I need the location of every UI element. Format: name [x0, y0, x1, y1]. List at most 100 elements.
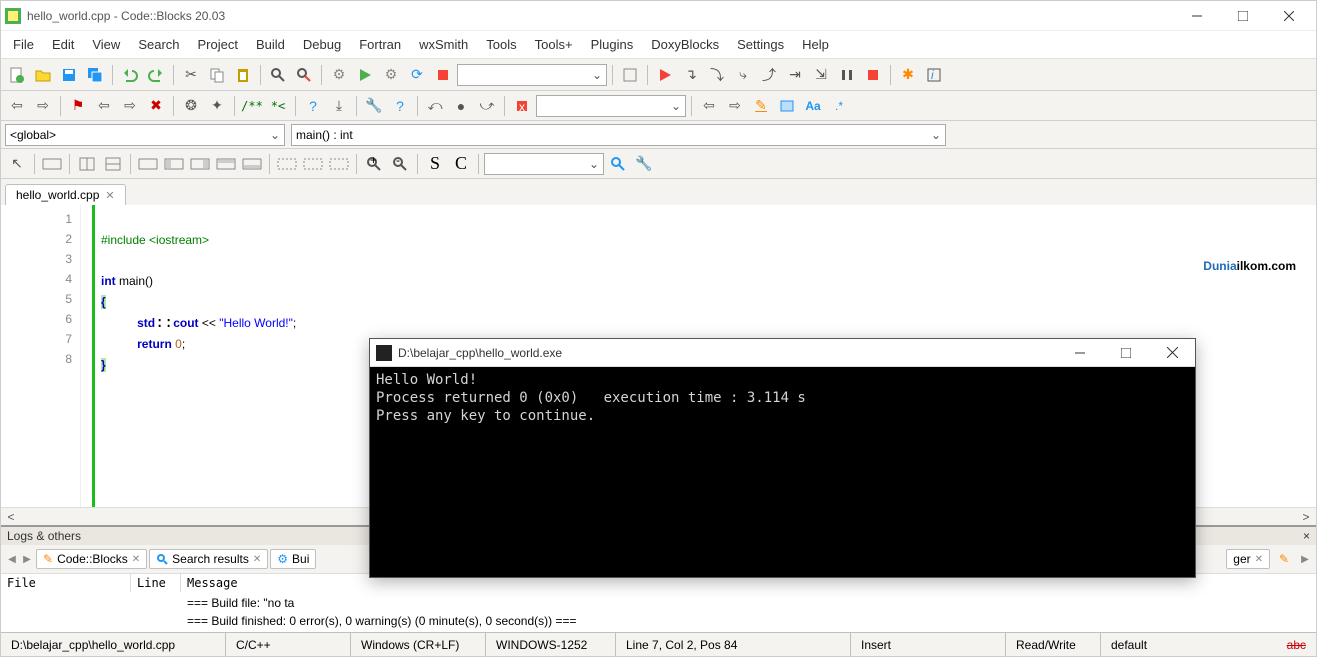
- menu-settings[interactable]: Settings: [729, 33, 792, 56]
- save-icon[interactable]: [57, 63, 81, 87]
- jump-fwd-icon[interactable]: ⤻: [475, 94, 499, 118]
- menu-plugins[interactable]: Plugins: [583, 33, 642, 56]
- redo-icon[interactable]: [144, 63, 168, 87]
- menu-wxsmith[interactable]: wxSmith: [411, 33, 476, 56]
- close-button[interactable]: [1266, 1, 1312, 31]
- zoom-out-icon[interactable]: -: [388, 152, 412, 176]
- tab-close-icon[interactable]: ✕: [105, 189, 114, 202]
- wrench-icon[interactable]: 🔧: [362, 94, 386, 118]
- log-tab-codeblocks[interactable]: ✎Code::Blocks✕: [36, 549, 147, 569]
- console-maximize-button[interactable]: [1103, 339, 1149, 367]
- tab-close-icon[interactable]: ✕: [253, 554, 261, 565]
- menu-project[interactable]: Project: [190, 33, 246, 56]
- doxy-help-icon[interactable]: ?: [301, 94, 325, 118]
- run-to-cursor-icon[interactable]: ↴: [679, 63, 703, 87]
- console-minimize-button[interactable]: [1057, 339, 1103, 367]
- bookmark-next-icon[interactable]: ⇨: [118, 94, 142, 118]
- comment2-icon[interactable]: *<: [266, 94, 290, 118]
- menu-search[interactable]: Search: [130, 33, 187, 56]
- debug-windows-icon[interactable]: ✱: [896, 63, 920, 87]
- tab-close-icon[interactable]: ✕: [1255, 554, 1263, 565]
- console-body[interactable]: Hello World! Process returned 0 (0x0) ex…: [370, 367, 1195, 577]
- target-icon[interactable]: [618, 63, 642, 87]
- abort-icon[interactable]: [431, 63, 455, 87]
- function-combo[interactable]: main() : int: [291, 124, 946, 146]
- dotted1-icon[interactable]: [275, 152, 299, 176]
- bookmark-icon[interactable]: ⚑: [66, 94, 90, 118]
- layout5-icon[interactable]: [240, 152, 264, 176]
- step-into-icon[interactable]: ⤷: [731, 63, 755, 87]
- jump-back-icon[interactable]: ⤺: [423, 94, 447, 118]
- symbol-combo[interactable]: [484, 153, 604, 175]
- layout1-icon[interactable]: [136, 152, 160, 176]
- cursor-icon[interactable]: ↖: [5, 152, 29, 176]
- stop-debug-icon[interactable]: [861, 63, 885, 87]
- log-tab-ger[interactable]: ger✕: [1226, 549, 1270, 569]
- doxy2-icon[interactable]: ✦: [205, 94, 229, 118]
- source-s-icon[interactable]: S: [423, 152, 447, 176]
- record-icon[interactable]: ●: [449, 94, 473, 118]
- regex-icon[interactable]: .*: [827, 94, 851, 118]
- settings-symbol-icon[interactable]: 🔧: [632, 152, 656, 176]
- open-file-icon[interactable]: [31, 63, 55, 87]
- info-icon[interactable]: i: [922, 63, 946, 87]
- minimize-button[interactable]: [1174, 1, 1220, 31]
- copy-icon[interactable]: [205, 63, 229, 87]
- scroll-right-icon[interactable]: >: [1298, 510, 1314, 524]
- menu-toolsplus[interactable]: Tools+: [527, 33, 581, 56]
- status-spellcheck-icon[interactable]: abc: [1277, 633, 1316, 656]
- replace-icon[interactable]: [292, 63, 316, 87]
- build-target-combo[interactable]: [457, 64, 607, 86]
- step-instr-icon[interactable]: ⇲: [809, 63, 833, 87]
- log-tab-search[interactable]: Search results✕: [149, 549, 268, 569]
- rect1-icon[interactable]: [40, 152, 64, 176]
- help-icon[interactable]: ?: [388, 94, 412, 118]
- bookmark-clear-icon[interactable]: ✖: [144, 94, 168, 118]
- build-run-icon[interactable]: ⚙: [379, 63, 403, 87]
- match-case-icon[interactable]: Aa: [801, 94, 825, 118]
- log-tab-build[interactable]: ⚙Bui: [270, 549, 316, 569]
- debug-run-icon[interactable]: [653, 63, 677, 87]
- select-icon[interactable]: [775, 94, 799, 118]
- search-symbol-icon[interactable]: [606, 152, 630, 176]
- maximize-button[interactable]: [1220, 1, 1266, 31]
- split2-icon[interactable]: [101, 152, 125, 176]
- bookmark-prev-icon[interactable]: ⇦: [92, 94, 116, 118]
- search-combo[interactable]: [536, 95, 686, 117]
- menu-edit[interactable]: Edit: [44, 33, 82, 56]
- editor-tab-active[interactable]: hello_world.cpp ✕: [5, 184, 126, 205]
- back-icon[interactable]: ⇦: [5, 94, 29, 118]
- doxy-run-icon[interactable]: ⤓: [327, 94, 351, 118]
- menu-view[interactable]: View: [84, 33, 128, 56]
- layout3-icon[interactable]: [188, 152, 212, 176]
- scroll-left-icon[interactable]: <: [3, 510, 19, 524]
- save-all-icon[interactable]: [83, 63, 107, 87]
- highlight-icon[interactable]: ✎: [749, 94, 773, 118]
- prev-result-icon[interactable]: ⇦: [697, 94, 721, 118]
- comment-icon[interactable]: /**: [240, 94, 264, 118]
- logs-edit-icon[interactable]: ✎: [1272, 547, 1296, 571]
- tab-close-icon[interactable]: ✕: [132, 554, 140, 565]
- menu-tools[interactable]: Tools: [478, 33, 524, 56]
- find-icon[interactable]: [266, 63, 290, 87]
- menu-file[interactable]: File: [5, 33, 42, 56]
- menu-build[interactable]: Build: [248, 33, 293, 56]
- dotted2-icon[interactable]: [301, 152, 325, 176]
- build-icon[interactable]: ⚙: [327, 63, 351, 87]
- cut-icon[interactable]: ✂: [179, 63, 203, 87]
- menu-fortran[interactable]: Fortran: [351, 33, 409, 56]
- logs-close-icon[interactable]: ×: [1303, 529, 1310, 543]
- layout4-icon[interactable]: [214, 152, 238, 176]
- menu-help[interactable]: Help: [794, 33, 837, 56]
- zoom-in-icon[interactable]: +: [362, 152, 386, 176]
- new-file-icon[interactable]: [5, 63, 29, 87]
- run-icon[interactable]: [353, 63, 377, 87]
- paste-icon[interactable]: [231, 63, 255, 87]
- undo-icon[interactable]: [118, 63, 142, 87]
- clear-icon[interactable]: x: [510, 94, 534, 118]
- console-close-button[interactable]: [1149, 339, 1195, 367]
- rebuild-icon[interactable]: ⟳: [405, 63, 429, 87]
- forward-icon[interactable]: ⇨: [31, 94, 55, 118]
- dotted3-icon[interactable]: [327, 152, 351, 176]
- scope-combo[interactable]: <global>: [5, 124, 285, 146]
